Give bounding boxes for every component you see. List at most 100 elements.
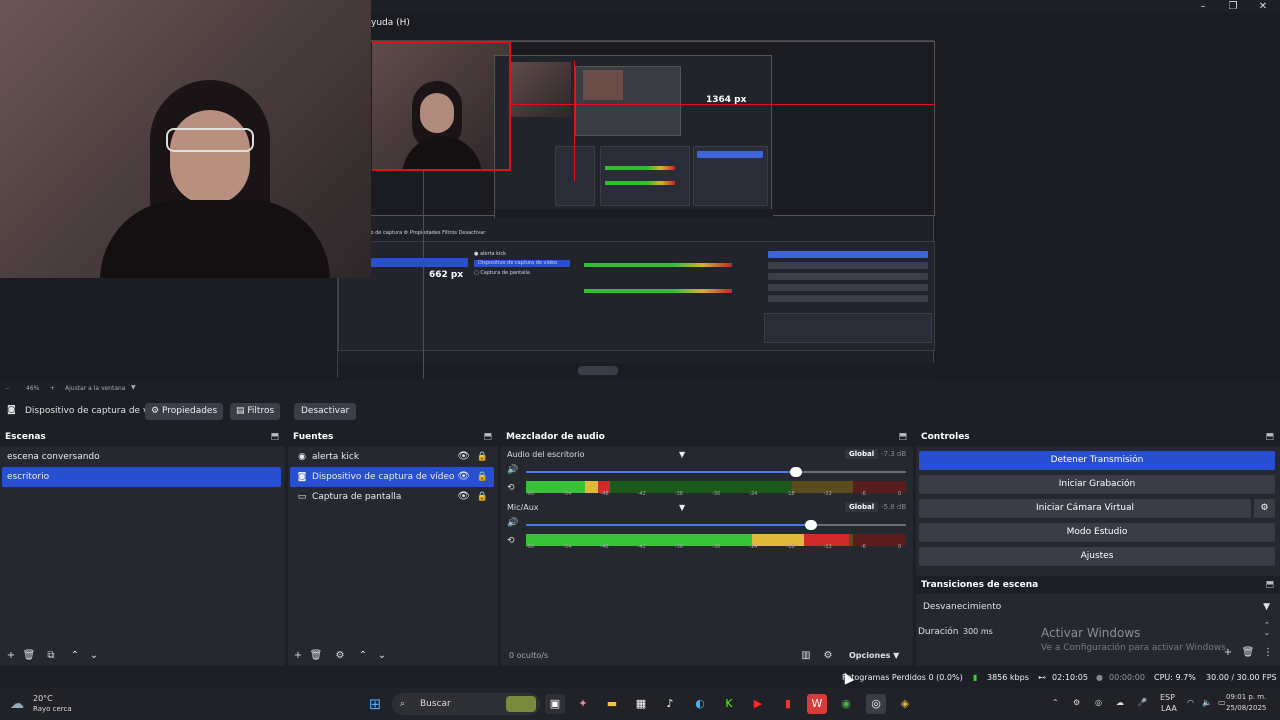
weather-icon[interactable]: ☁ xyxy=(10,696,24,712)
chevron-down-icon[interactable]: ⌄ xyxy=(87,649,101,663)
edge-icon[interactable]: ◐ xyxy=(690,694,710,714)
spin-buttons-icon[interactable]: ⌃ ⌄ xyxy=(1264,621,1270,637)
start-recording-button[interactable]: Iniciar Grabación xyxy=(919,475,1275,494)
zoom-dropdown-icon[interactable]: ▼ xyxy=(131,384,136,391)
windows-start-icon[interactable]: ⊞ xyxy=(365,694,385,714)
add-icon[interactable]: + xyxy=(1221,646,1235,660)
eye-icon[interactable]: 👁 xyxy=(457,487,470,507)
chrome-icon[interactable]: ◉ xyxy=(836,694,856,714)
monitor-icon[interactable]: ⟲ xyxy=(507,536,515,546)
taskbar-search[interactable]: ⌕ Buscar xyxy=(392,693,540,715)
filters-button[interactable]: ▤ Filtros xyxy=(230,403,281,420)
scene-item-selected[interactable]: escritorio xyxy=(2,467,281,487)
properties-button[interactable]: ⚙ Propiedades xyxy=(145,403,224,420)
language-bottom[interactable]: LAA xyxy=(1161,704,1177,713)
volume-icon[interactable]: 🔈 xyxy=(1202,698,1212,707)
guide-right xyxy=(509,41,511,171)
more-icon[interactable]: ⋮ xyxy=(1261,646,1275,660)
kick-icon[interactable]: K xyxy=(719,694,739,714)
app-icon[interactable]: ▮ xyxy=(778,694,798,714)
width-readout: 1364 px xyxy=(706,95,747,105)
microphone-icon[interactable]: 🎤 xyxy=(1137,698,1147,707)
copilot-icon[interactable]: ✦ xyxy=(573,694,593,714)
volume-slider[interactable] xyxy=(526,467,906,477)
trash-icon[interactable]: 🗑 xyxy=(309,649,323,663)
minimize-icon[interactable]: – xyxy=(1188,0,1218,14)
tiktok-icon[interactable]: ♪ xyxy=(660,694,680,714)
lock-icon[interactable]: 🔒 xyxy=(477,447,488,467)
tray-chevron-icon[interactable]: ⌃ xyxy=(1052,698,1059,707)
undock-icon[interactable]: ⬒ xyxy=(483,428,492,446)
eye-icon[interactable]: 👁 xyxy=(457,447,470,467)
speaker-icon[interactable]: 🔊 xyxy=(507,518,518,528)
start-virtual-cam-button[interactable]: Iniciar Cámara Virtual xyxy=(919,499,1251,518)
trash-icon[interactable]: 🗑 xyxy=(1241,646,1255,660)
tray-app-icon[interactable]: ⚙ xyxy=(1073,698,1080,707)
lock-icon[interactable]: 🔒 xyxy=(477,487,488,507)
clock-time[interactable]: 09:01 p. m. xyxy=(1226,693,1266,701)
transition-select[interactable]: Desvanecimiento ▼ xyxy=(919,598,1275,617)
columns-icon[interactable]: ▥ xyxy=(799,649,813,663)
audio-mixer-dock: Mezclador de audio ⬒ Audio del escritori… xyxy=(501,428,913,666)
speaker-icon[interactable]: 🔊 xyxy=(507,465,518,475)
chevron-down-icon[interactable]: ▼ xyxy=(679,503,685,512)
undock-icon[interactable]: ⬒ xyxy=(898,428,907,446)
studio-mode-button[interactable]: Modo Estudio xyxy=(919,523,1275,542)
add-icon[interactable]: + xyxy=(4,649,18,663)
battery-icon[interactable]: ▭ xyxy=(1218,698,1226,707)
options-button[interactable]: Opciones ▼ xyxy=(849,651,899,660)
store-icon[interactable]: ▦ xyxy=(631,694,651,714)
chevron-up-icon[interactable]: ⌃ xyxy=(356,649,370,663)
eye-icon[interactable]: 👁 xyxy=(457,467,470,487)
source-item[interactable]: ▭ Captura de pantalla 👁 🔒 xyxy=(290,487,494,507)
undock-icon[interactable]: ⬒ xyxy=(270,428,279,446)
add-icon[interactable]: + xyxy=(291,649,305,663)
chevron-up-icon[interactable]: ⌃ xyxy=(68,649,82,663)
wps-icon[interactable]: W xyxy=(807,694,827,714)
nested-webcam xyxy=(372,41,509,171)
deactivate-button[interactable]: Desactivar xyxy=(294,403,357,420)
youtube-icon[interactable]: ▶ xyxy=(748,694,768,714)
lock-icon[interactable]: 🔒 xyxy=(477,467,488,487)
menu-help[interactable]: yuda (H) xyxy=(371,18,410,28)
trash-icon[interactable]: 🗑 xyxy=(22,649,36,663)
wifi-icon[interactable]: ◠ xyxy=(1187,698,1194,707)
maximize-icon[interactable]: ❐ xyxy=(1218,0,1248,14)
scale-tick-label: -24 xyxy=(749,544,758,550)
tray-cloud-icon[interactable]: ☁ xyxy=(1116,698,1124,707)
virtual-cam-settings-icon[interactable]: ⚙ xyxy=(1254,499,1275,518)
scale-tick-label: -54 xyxy=(563,491,572,497)
tray-obs-icon[interactable]: ◎ xyxy=(1095,698,1102,707)
file-explorer-icon[interactable]: ▬ xyxy=(602,694,622,714)
clock-date[interactable]: 25/08/2025 xyxy=(1226,704,1266,712)
record-time: 00:00:00 xyxy=(1109,673,1145,682)
settings-button[interactable]: Ajustes xyxy=(919,547,1275,566)
guide-vertical-2 xyxy=(574,61,575,181)
chevron-down-icon[interactable]: ▼ xyxy=(679,450,685,459)
scale-tick-label: -54 xyxy=(563,544,572,550)
volume-knob[interactable] xyxy=(789,467,802,477)
language-top[interactable]: ESP xyxy=(1160,693,1175,702)
undock-icon[interactable]: ⬒ xyxy=(1265,576,1274,594)
scene-item[interactable]: escena conversando xyxy=(2,447,281,467)
source-item-selected[interactable]: ◙ Dispositivo de captura de vídeo 👁 🔒 xyxy=(290,467,494,487)
obs-icon[interactable]: ◎ xyxy=(866,694,886,714)
zoom-fit-label[interactable]: Ajustar a la ventana xyxy=(65,385,126,392)
stop-stream-button[interactable]: Detener Transmisión xyxy=(919,451,1275,470)
gear-icon[interactable]: ⚙ xyxy=(333,649,347,663)
stream-time: 02:10:05 xyxy=(1052,673,1088,682)
task-view-icon[interactable]: ▣ xyxy=(545,694,565,714)
preview-canvas[interactable]: ▸ Dispositivo de captura ⚙ Propiedades F… xyxy=(337,40,935,379)
filter-icon[interactable]: ⧉ xyxy=(44,649,58,663)
monitor-icon[interactable]: ⟲ xyxy=(507,483,515,493)
volume-slider[interactable] xyxy=(526,520,906,530)
app-stack-icon[interactable]: ◈ xyxy=(895,694,915,714)
zoom-out-icon[interactable]: – xyxy=(6,385,9,392)
close-icon[interactable]: ✕ xyxy=(1248,0,1278,14)
chevron-down-icon[interactable]: ⌄ xyxy=(375,649,389,663)
zoom-in-icon[interactable]: + xyxy=(50,385,55,392)
mixer-settings-icon[interactable]: ⚙ xyxy=(821,649,835,663)
source-item[interactable]: ◉ alerta kick 👁 🔒 xyxy=(290,447,494,467)
volume-knob[interactable] xyxy=(805,520,817,530)
undock-icon[interactable]: ⬒ xyxy=(1265,428,1274,446)
